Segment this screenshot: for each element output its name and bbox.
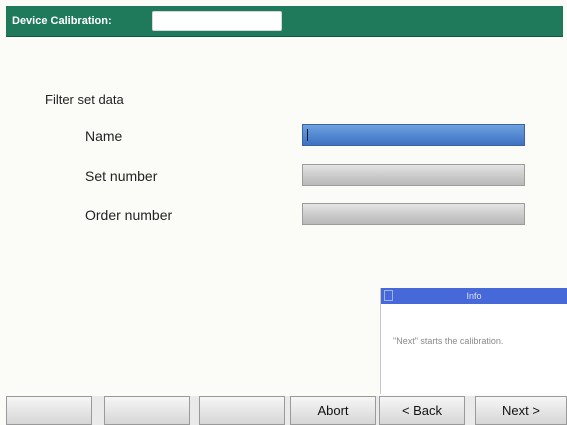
name-input[interactable] xyxy=(302,124,525,146)
calibration-name-field[interactable] xyxy=(152,11,282,31)
softkey-2[interactable] xyxy=(104,396,190,425)
text-cursor xyxy=(307,129,308,141)
order-number-input[interactable] xyxy=(302,203,525,225)
name-label: Name xyxy=(85,128,123,144)
back-button[interactable]: < Back xyxy=(379,396,465,425)
set-number-label: Set number xyxy=(85,168,158,184)
abort-button[interactable]: Abort xyxy=(290,396,376,425)
softkey-3[interactable] xyxy=(199,396,285,425)
window-title: Device Calibration: xyxy=(12,15,112,27)
info-window-icon xyxy=(384,290,393,301)
softkey-bar: Abort < Back Next > xyxy=(6,396,567,425)
info-titlebar: Info xyxy=(381,288,567,304)
softkey-1[interactable] xyxy=(6,396,92,425)
device-screen: Device Calibration: Filter set data Name… xyxy=(0,0,567,425)
info-text: "Next" starts the calibration. xyxy=(393,336,504,346)
order-number-label: Order number xyxy=(85,207,173,223)
info-panel: Info "Next" starts the calibration. xyxy=(380,288,567,394)
info-title: Info xyxy=(466,291,482,301)
set-number-input[interactable] xyxy=(302,164,525,186)
next-button[interactable]: Next > xyxy=(475,396,567,425)
title-bar: Device Calibration: xyxy=(6,6,563,37)
section-heading: Filter set data xyxy=(45,92,124,107)
